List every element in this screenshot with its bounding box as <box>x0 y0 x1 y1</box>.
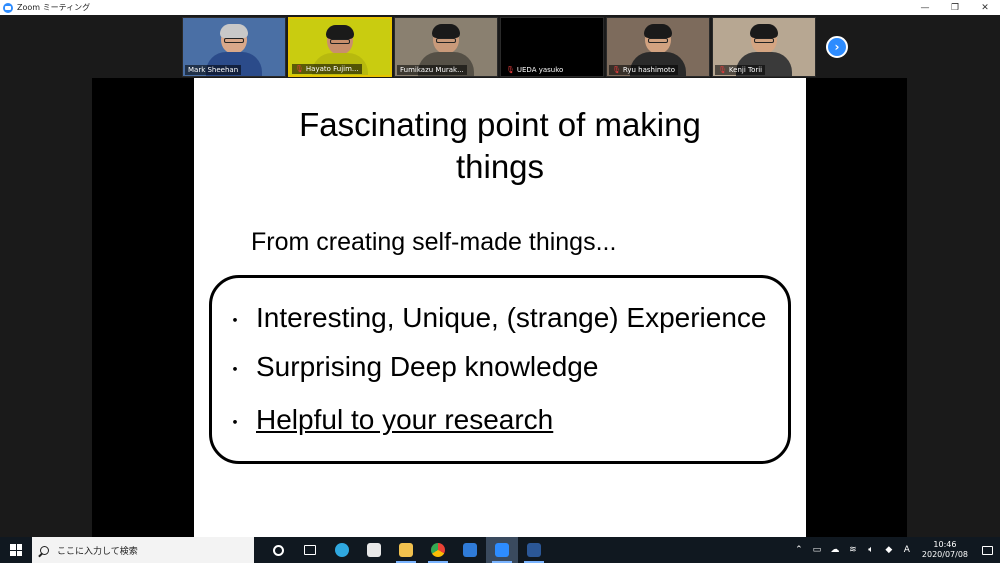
participant-name: Fumikazu Murak... <box>397 65 467 75</box>
taskbar-search-box[interactable]: ここに入力して検索 <box>32 537 254 563</box>
notification-icon <box>981 545 993 555</box>
bullet-item: ・ Helpful to your research <box>226 404 553 436</box>
search-icon <box>40 545 49 555</box>
ime-indicator[interactable]: A <box>901 544 913 556</box>
participant-name-text: Fumikazu Murak... <box>400 66 464 74</box>
onedrive-icon[interactable]: ☁ <box>829 544 841 556</box>
taskbar-app-button[interactable] <box>262 537 294 563</box>
presentation-slide: Fascinating point of making things From … <box>194 78 806 537</box>
battery-icon[interactable]: ▭ <box>811 544 823 556</box>
bullet-box: ・ Interesting, Unique, (strange) Experien… <box>209 275 791 464</box>
participant-tile[interactable]: 🎙︎ Kenji Torii <box>712 17 816 77</box>
taskbar-app-button[interactable] <box>422 537 454 563</box>
participant-name-text: Kenji Torii <box>728 66 763 74</box>
taskbar-clock[interactable]: 10:46 2020/07/08 <box>922 540 968 560</box>
bullet-dot: ・ <box>226 359 244 380</box>
taskbar-app-button[interactable] <box>454 537 486 563</box>
bullet-text: Helpful to your research <box>256 404 554 435</box>
clock-time: 10:46 <box>933 540 957 549</box>
file-explorer-icon <box>399 543 413 557</box>
chevron-right-icon: › <box>834 40 840 54</box>
participant-name-text: Mark Sheehan <box>188 66 239 74</box>
participant-name: 🎙︎ Ryu hashimoto <box>609 65 679 75</box>
bullet-text: Surprising Deep knowledge <box>256 351 599 382</box>
slide-title-line-1: Fascinating point of making <box>299 106 701 143</box>
participant-name: 🎙︎ Hayato Fujim... <box>292 64 362 74</box>
taskbar-app-button[interactable] <box>518 537 550 563</box>
taskbar-app-button[interactable] <box>358 537 390 563</box>
bullet-text: Interesting, Unique, (strange) Experienc… <box>256 302 767 333</box>
zoom-icon <box>495 543 509 557</box>
word-icon <box>527 543 541 557</box>
meeting-area: Mark Sheehan 🎙︎ Hayato Fujim... Fumikazu Mu… <box>0 15 1000 537</box>
slide-subtitle: From creating self-made things... <box>251 228 617 256</box>
taskbar-apps <box>262 537 550 563</box>
chrome-icon <box>431 543 445 557</box>
mic-muted-icon: 🎙︎ <box>718 66 727 74</box>
taskbar-app-button[interactable] <box>326 537 358 563</box>
participant-tile[interactable]: Mark Sheehan <box>182 17 286 77</box>
participant-name: Mark Sheehan <box>185 65 242 75</box>
mic-muted-icon: 🎙︎ <box>612 66 621 74</box>
taskbar-app-button[interactable] <box>390 537 422 563</box>
volume-icon[interactable]: 🔈︎ <box>865 544 877 556</box>
participant-tile[interactable]: Fumikazu Murak... <box>394 17 498 77</box>
participant-name-text: Ryu hashimoto <box>622 66 676 74</box>
task-view-icon <box>304 545 316 555</box>
window-title: Zoom ミーティング <box>17 3 91 12</box>
mail-icon <box>463 543 477 557</box>
slide-title: Fascinating point of making things <box>194 104 806 188</box>
participant-name-text: Hayato Fujim... <box>305 65 359 73</box>
restore-button[interactable]: ❐ <box>940 0 970 15</box>
window-controls: — ❐ ✕ <box>910 0 1000 15</box>
bullet-item: ・ Surprising Deep knowledge <box>226 351 598 383</box>
participant-tile[interactable]: 🎙︎ Ryu hashimoto <box>606 17 710 77</box>
system-tray: ⌃ ▭ ☁ ≋ 🔈︎ ◆ A 10:46 2020/07/08 <box>790 537 1000 563</box>
shared-screen: Fascinating point of making things From … <box>92 78 907 537</box>
participant-gallery: Mark Sheehan 🎙︎ Hayato Fujim... Fumikazu Mu… <box>182 17 816 77</box>
windows-logo-icon <box>10 544 22 556</box>
bullet-dot: ・ <box>226 310 244 331</box>
participant-tile[interactable]: 🎙︎ Hayato Fujim... <box>288 17 392 77</box>
minimize-button[interactable]: — <box>910 0 940 15</box>
slide-title-line-2: things <box>455 148 545 185</box>
store-icon <box>367 543 381 557</box>
start-button[interactable] <box>0 537 32 563</box>
participant-name: 🎙︎ Kenji Torii <box>715 65 766 75</box>
cortana-icon <box>272 544 284 556</box>
mic-muted-icon: 🎙︎ <box>295 65 304 73</box>
bullet-item: ・ Interesting, Unique, (strange) Experien… <box>226 302 767 334</box>
windows-taskbar: ここに入力して検索 ⌃ ▭ ☁ ≋ 🔈︎ ◆ A 10:46 2020/07/0… <box>0 537 1000 563</box>
search-placeholder: ここに入力して検索 <box>57 546 138 557</box>
zoom-app-icon <box>3 2 13 13</box>
taskbar-app-button[interactable] <box>486 537 518 563</box>
clock-date: 2020/07/08 <box>921 550 968 559</box>
chevron-up-icon[interactable]: ⌃ <box>793 544 805 556</box>
participant-name: 🎙︎ UEDA yasuko <box>503 65 567 75</box>
participant-tile[interactable]: 🎙︎ UEDA yasuko <box>500 17 604 77</box>
gallery-next-button[interactable]: › <box>826 36 848 58</box>
bullet-dot: ・ <box>226 412 244 433</box>
mic-muted-icon: 🎙︎ <box>506 66 515 74</box>
close-button[interactable]: ✕ <box>970 0 1000 15</box>
action-center-button[interactable] <box>974 537 1000 563</box>
wifi-icon[interactable]: ≋ <box>847 544 859 556</box>
edge-icon <box>335 543 349 557</box>
taskbar-app-button[interactable] <box>294 537 326 563</box>
window-title-bar: Zoom ミーティング — ❐ ✕ <box>0 0 1000 15</box>
participant-name-text: UEDA yasuko <box>516 66 564 74</box>
dropbox-icon[interactable]: ◆ <box>883 544 895 556</box>
